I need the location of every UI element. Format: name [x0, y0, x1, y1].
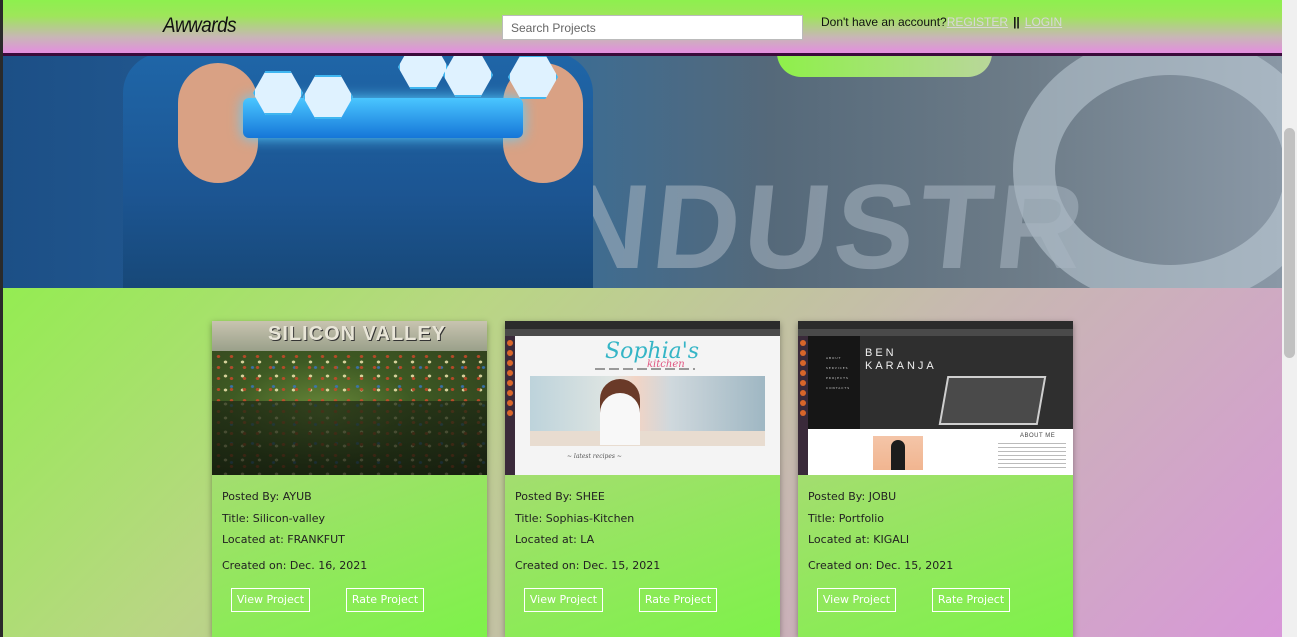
hero-cta-button[interactable]	[777, 53, 992, 77]
project-title: Title: Silicon-valley	[222, 511, 325, 525]
thumbnail-about: ABOUT ME	[1020, 433, 1056, 439]
thumbnail-person	[600, 379, 640, 445]
thumbnail-menu-item: CONTACTS	[826, 386, 851, 390]
rate-project-button[interactable]: Rate Project	[639, 588, 717, 612]
project-thumbnail[interactable]: ABOUT SERVICES PROJECTS CONTACTS BEN KAR…	[798, 321, 1073, 475]
thumbnail-menu-item: SERVICES	[826, 366, 849, 370]
auth-separator: ||	[1013, 15, 1020, 29]
thumbnail-paragraph	[998, 443, 1066, 469]
project-title: Title: Portfolio	[808, 511, 885, 525]
thumbnail-menu-item: ABOUT	[826, 356, 842, 360]
vertical-scrollbar[interactable]	[1282, 0, 1297, 637]
projects-section: SILICON VALLEY Posted By: AYUB Title: Si…	[3, 288, 1282, 637]
rate-project-button[interactable]: Rate Project	[932, 588, 1010, 612]
thumbnail-topbar	[505, 321, 780, 329]
thumbnail-dock	[798, 336, 808, 475]
view-project-button[interactable]: View Project	[524, 588, 603, 612]
thumbnail-tagline: ~ latest recipes ~	[567, 453, 622, 460]
project-card: ABOUT SERVICES PROJECTS CONTACTS BEN KAR…	[798, 321, 1073, 637]
thumbnail-name-last: KARANJA	[865, 360, 937, 372]
project-created: Created on: Dec. 15, 2021	[515, 558, 661, 572]
auth-links: Don't have an account?REGISTER || LOGIN	[821, 15, 1062, 29]
project-created: Created on: Dec. 15, 2021	[808, 558, 954, 572]
top-navbar: Awwards Don't have an account?REGISTER ||…	[3, 0, 1282, 56]
login-link[interactable]: LOGIN	[1025, 15, 1062, 29]
view-project-button[interactable]: View Project	[231, 588, 310, 612]
thumbnail-laptop	[938, 376, 1047, 425]
thumbnail-avatar	[873, 436, 923, 470]
project-info: Posted By: AYUB Title: Silicon-valley Lo…	[222, 486, 367, 576]
thumbnail-topbar	[798, 321, 1073, 329]
project-location: Located at: KIGALI	[808, 533, 910, 546]
project-location: Located at: FRANKFUT	[222, 533, 345, 546]
hero-banner: NDUSTR	[3, 53, 1282, 288]
thumbnail-title: SILICON VALLEY	[268, 323, 447, 345]
thumbnail-table	[530, 431, 765, 446]
thumbnail-nav	[595, 368, 695, 370]
register-link[interactable]: REGISTER	[947, 15, 1008, 29]
project-location: Located at: LA	[515, 533, 595, 546]
auth-prompt: Don't have an account?	[821, 15, 947, 29]
project-info: Posted By: SHEE Title: Sophias-Kitchen L…	[515, 486, 660, 576]
rate-project-button[interactable]: Rate Project	[346, 588, 424, 612]
project-thumbnail[interactable]: Sophia's kitchen ~ latest recipes ~	[505, 321, 780, 475]
project-card: Sophia's kitchen ~ latest recipes ~ Post…	[505, 321, 780, 637]
thumbnail-tabbar	[505, 329, 780, 336]
view-project-button[interactable]: View Project	[817, 588, 896, 612]
project-author: Posted By: JOBU	[808, 490, 897, 503]
project-title: Title: Sophias-Kitchen	[515, 511, 635, 525]
thumbnail-bay	[212, 401, 487, 475]
thumbnail-tabbar	[798, 329, 1073, 336]
window-frame-edge	[0, 0, 3, 637]
hero-bg-text: NDUSTR	[555, 160, 1095, 288]
project-author: Posted By: SHEE	[515, 490, 605, 503]
project-created: Created on: Dec. 16, 2021	[222, 558, 368, 572]
thumbnail-menu-item: PROJECTS	[826, 376, 849, 380]
project-author: Posted By: AYUB	[222, 490, 312, 503]
thumbnail-dock	[505, 336, 515, 475]
scrollbar-thumb[interactable]	[1284, 128, 1295, 358]
thumbnail-side-menu: ABOUT SERVICES PROJECTS CONTACTS	[808, 336, 860, 429]
thumbnail-name-first: BEN	[865, 347, 897, 359]
thumbnail-name: BEN KARANJA	[865, 347, 937, 373]
project-thumbnail[interactable]: SILICON VALLEY	[212, 321, 487, 475]
search-input[interactable]	[502, 15, 803, 40]
project-card: SILICON VALLEY Posted By: AYUB Title: Si…	[212, 321, 487, 637]
project-info: Posted By: JOBU Title: Portfolio Located…	[808, 486, 953, 576]
brand-logo[interactable]: Awwards	[163, 14, 237, 38]
